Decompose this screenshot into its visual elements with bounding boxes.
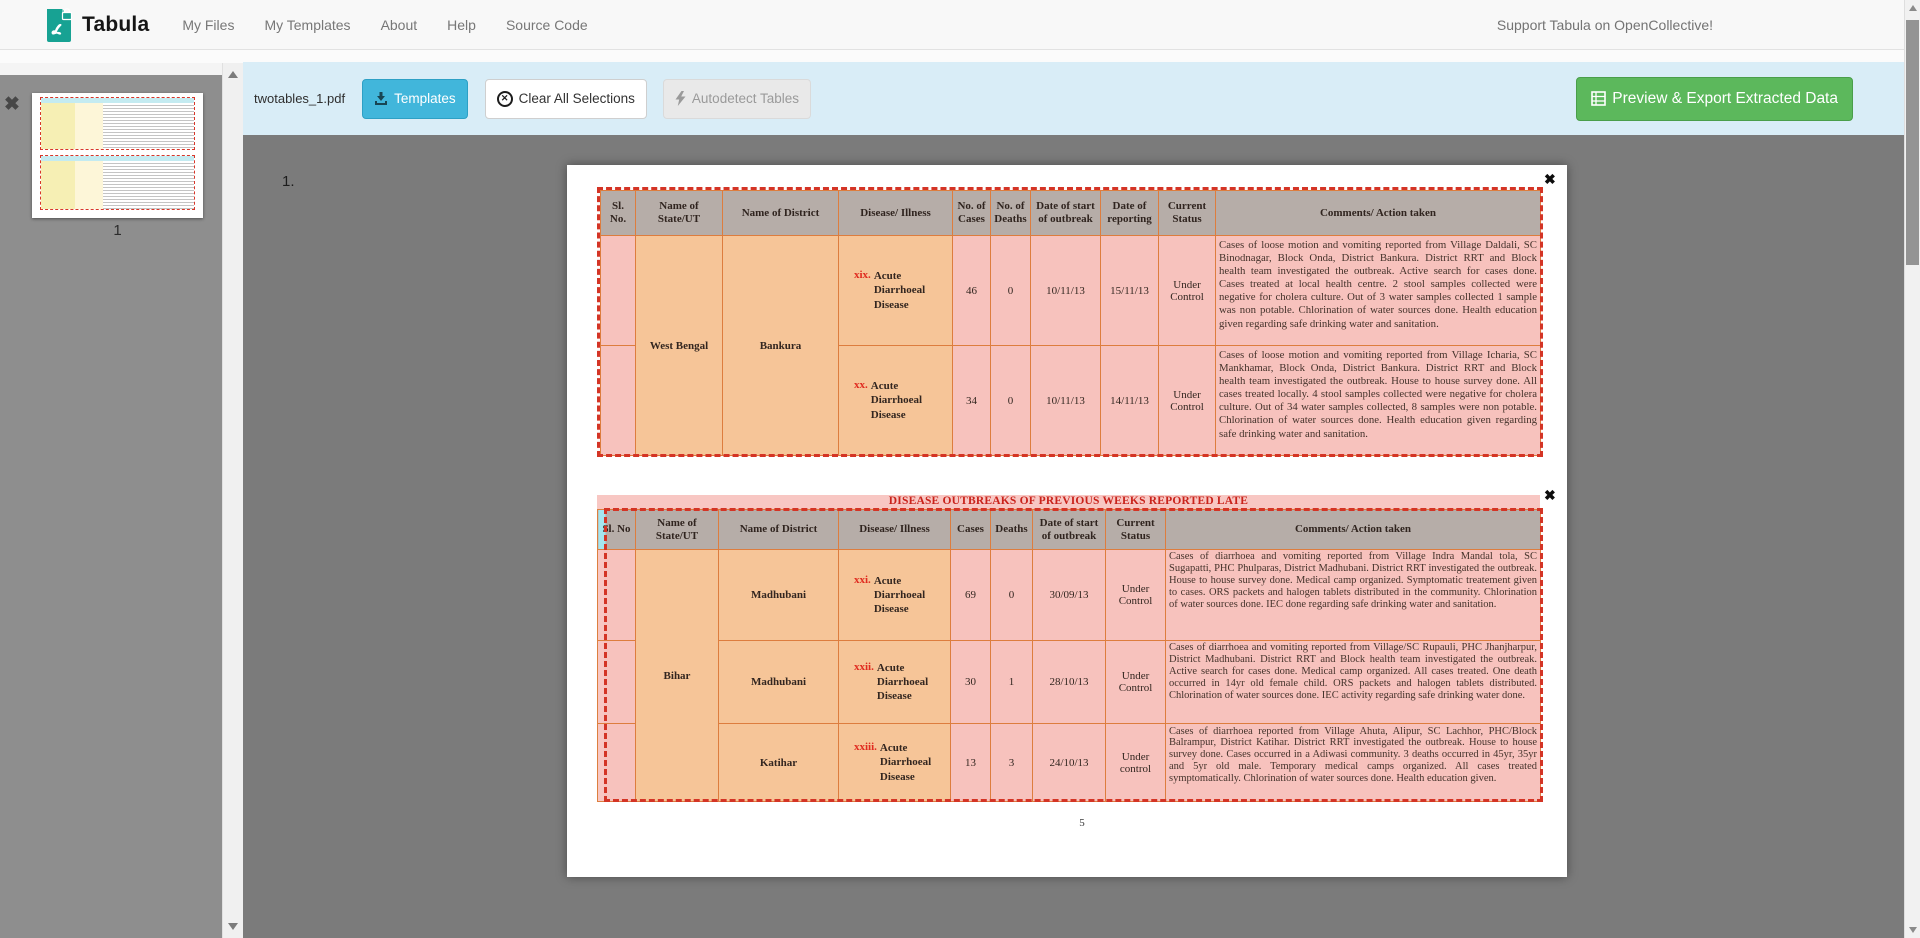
table-list-icon [1591,91,1606,106]
save-template-icon [374,92,388,106]
support-link[interactable]: Support Tabula on OpenCollective! [1497,17,1713,33]
table-2-title: DISEASE OUTBREAKS OF PREVIOUS WEEKS REPO… [597,495,1540,509]
page-thumbnails-sidebar: ✖ 1 [0,63,243,938]
sidebar-scrollbar[interactable] [222,63,243,938]
remove-selection-2-button[interactable]: ✖ [1544,487,1556,504]
scrollbar-thumb[interactable] [1906,20,1919,265]
preview-export-button[interactable]: Preview & Export Extracted Data [1576,77,1853,121]
document-area: 1. ✖ Sl. No.Name of State/UTName of Dist… [243,135,1904,938]
page-index-label: 1. [282,173,295,190]
autodetect-button-label: Autodetect Tables [692,91,799,106]
selection-box-2[interactable] [604,508,1543,802]
selection-box-1[interactable] [597,187,1543,457]
nav-item-source-code[interactable]: Source Code [491,17,603,33]
scroll-down-arrow-icon[interactable] [228,923,238,930]
current-file-name: twotables_1.pdf [254,91,345,106]
scrollbar-down-arrow-icon[interactable] [1909,927,1917,933]
nav-item-my-files[interactable]: My Files [167,17,249,33]
tabula-logo-icon [44,7,74,43]
app-title: Tabula [82,13,149,37]
nav-item-about[interactable]: About [366,17,433,33]
thumbnail-page-number: 1 [32,222,203,239]
clear-all-selections-button[interactable]: ✕ Clear All Selections [485,79,647,119]
navbar: Tabula My Files My Templates About Help … [0,0,1920,50]
pdf-page-number: 5 [1072,817,1092,829]
nav-item-my-templates[interactable]: My Templates [249,17,365,33]
circled-x-icon: ✕ [497,91,513,107]
remove-selection-1-button[interactable]: ✖ [1544,171,1556,188]
templates-button[interactable]: Templates [362,79,468,119]
templates-button-label: Templates [394,91,456,106]
toolbar: twotables_1.pdf Templates ✕ Clear All Se… [243,62,1904,135]
window-scrollbar[interactable] [1904,0,1920,938]
thumbnail-selection-1 [40,97,195,150]
nav-links: My Files My Templates About Help Source … [167,17,602,33]
export-button-label: Preview & Export Extracted Data [1612,90,1838,108]
scrollbar-up-arrow-icon[interactable] [1909,5,1917,11]
thumbnail-selection-2 [40,155,195,210]
nav-item-help[interactable]: Help [432,17,491,33]
autodetect-tables-button: Autodetect Tables [663,79,811,119]
brand[interactable]: Tabula [44,7,149,43]
scroll-up-arrow-icon[interactable] [228,71,238,78]
clear-button-label: Clear All Selections [519,91,635,106]
lightning-bolt-icon [675,91,686,106]
delete-page-button[interactable]: ✖ [4,93,20,116]
page-thumbnail-1[interactable] [32,93,203,218]
pdf-page[interactable]: ✖ Sl. No.Name of State/UTName of Distric… [567,165,1567,877]
